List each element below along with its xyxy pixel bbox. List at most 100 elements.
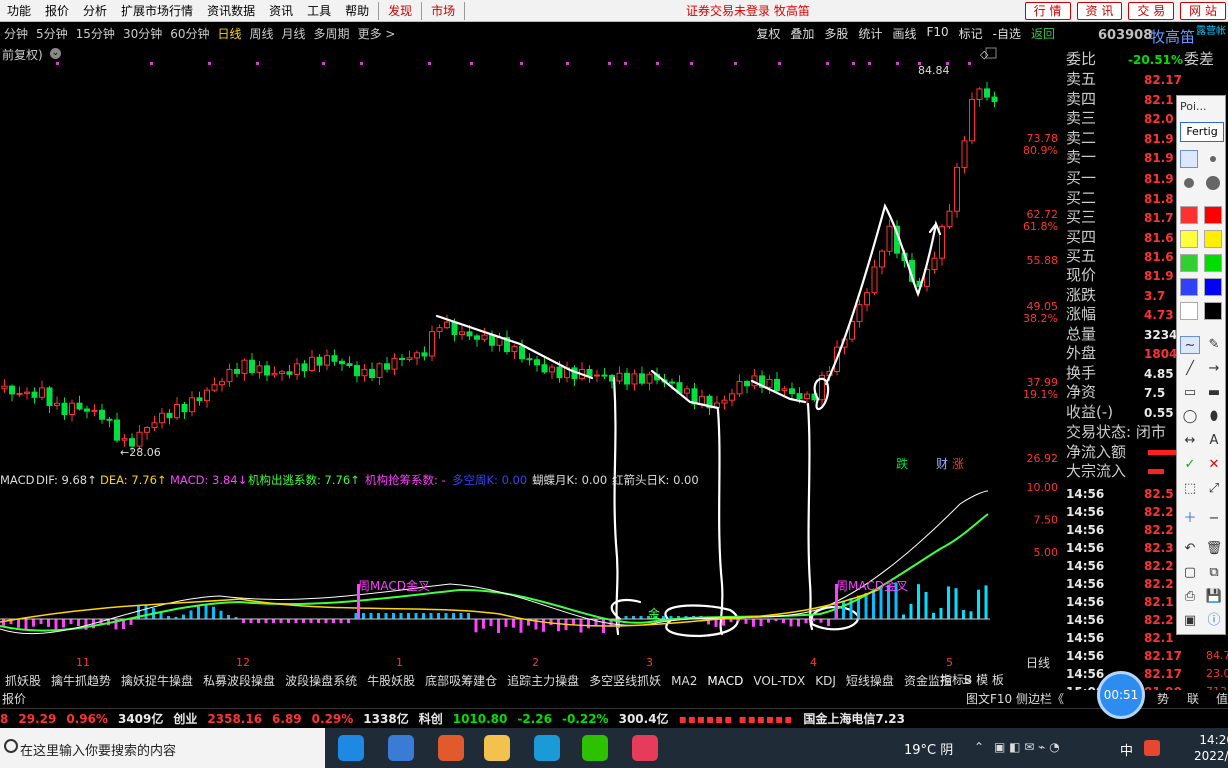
color-swatch-icon[interactable] xyxy=(1204,230,1222,248)
period-monthly[interactable]: 月线 xyxy=(278,25,310,42)
copy-icon[interactable]: ⧉ xyxy=(1204,564,1224,582)
period-60min[interactable]: 60分钟 xyxy=(166,25,213,42)
period-more[interactable]: 更多 > xyxy=(354,25,400,42)
ticker-news[interactable]: 国金上海电信7.23 xyxy=(803,710,905,727)
menu-tools[interactable]: 工具 xyxy=(300,0,338,22)
period-5min[interactable]: 5分钟 xyxy=(32,25,72,42)
toolbar-overlay[interactable]: 叠加 xyxy=(785,25,819,42)
info-icon[interactable]: ⓘ xyxy=(1204,612,1224,630)
tab-indicator[interactable]: 底部吸筹建仓 xyxy=(420,672,502,689)
f10-sidebar-toggle[interactable]: 图文F10 侧边栏《 xyxy=(966,690,1064,707)
toolbar-restore[interactable]: 复权 xyxy=(751,25,785,42)
ime-icon[interactable] xyxy=(1144,740,1160,756)
tray-icons[interactable]: ▣ ◧ ✉ ⌁ ◔ xyxy=(994,740,1060,754)
rectangle-tool-icon[interactable]: ▭ xyxy=(1180,384,1200,402)
screen-icon[interactable]: ▣ xyxy=(1180,612,1200,630)
color-swatch-icon[interactable] xyxy=(1180,302,1198,320)
menu-quote[interactable]: 报价 xyxy=(38,0,76,22)
delete-icon[interactable]: 🗑 xyxy=(1204,540,1224,558)
tab-vol[interactable]: VOL-TDX xyxy=(748,674,810,688)
menu-help[interactable]: 帮助 xyxy=(338,0,376,22)
toolbar-stats[interactable]: 统计 xyxy=(853,25,887,42)
color-swatch-icon[interactable] xyxy=(1204,206,1222,224)
template-button[interactable]: 模 板 xyxy=(976,673,1004,687)
menu-analysis[interactable]: 分析 xyxy=(76,0,114,22)
tab-indicator[interactable]: 多空竖线抓妖 xyxy=(584,672,666,689)
stock-app-icon[interactable] xyxy=(632,735,658,761)
tab-indicator[interactable]: 波段操盘系统 xyxy=(280,672,362,689)
indicator-b-button[interactable]: 指标B xyxy=(940,673,972,687)
tab-indicator[interactable]: 追踪主力操盘 xyxy=(502,672,584,689)
tab-indicator[interactable]: 短线操盘 xyxy=(841,672,899,689)
wechat-icon[interactable] xyxy=(582,735,608,761)
eraser-icon[interactable]: ✎ xyxy=(1204,336,1224,354)
tab-indicator[interactable]: 擒牛抓趋势 xyxy=(46,672,116,689)
tab-ma2[interactable]: MA2 xyxy=(666,674,702,688)
arrow-tool-icon[interactable]: → xyxy=(1204,360,1224,378)
app-icon[interactable] xyxy=(388,735,414,761)
nav-trade-button[interactable]: 交 易 xyxy=(1128,2,1175,20)
toolbar-multistock[interactable]: 多股 xyxy=(819,25,853,42)
pen-size-medium-icon[interactable] xyxy=(1204,150,1222,168)
confirm-icon[interactable]: ✓ xyxy=(1180,456,1200,474)
period-1min[interactable]: 分钟 xyxy=(0,25,32,42)
period-multi[interactable]: 多周期 xyxy=(310,25,354,42)
ellipse-tool-icon[interactable]: ◯ xyxy=(1180,408,1200,426)
period-15min[interactable]: 15分钟 xyxy=(72,25,119,42)
menu-market[interactable]: 市场 xyxy=(424,0,462,22)
side-tab[interactable]: 势 xyxy=(1157,690,1169,707)
minus-icon[interactable]: − xyxy=(1204,510,1224,528)
tab-indicator[interactable]: 抓妖股 xyxy=(0,672,46,689)
new-page-icon[interactable]: ▢ xyxy=(1180,564,1200,582)
browser-icon[interactable] xyxy=(338,735,364,761)
text-tool-icon[interactable]: A xyxy=(1204,432,1224,450)
cancel-icon[interactable]: ✕ xyxy=(1204,456,1224,474)
tab-kdj[interactable]: KDJ xyxy=(810,674,841,688)
nav-info-button[interactable]: 资 讯 xyxy=(1076,2,1123,20)
app-icon[interactable] xyxy=(534,735,560,761)
period-daily[interactable]: 日线 xyxy=(214,25,246,42)
pen-size-large-icon[interactable] xyxy=(1180,174,1198,192)
kline-chart[interactable]: 84.84←28.06跌财涨 73.7880.9%62.7261.8%55.88… xyxy=(0,44,1064,671)
taskbar-search[interactable]: 在这里输入你要搜索的内容 xyxy=(0,728,325,768)
toolbar-back[interactable]: 返回 xyxy=(1026,25,1060,42)
filled-ellipse-icon[interactable]: ⬮ xyxy=(1204,408,1224,426)
menu-function[interactable]: 功能 xyxy=(0,0,38,22)
freehand-pen-icon[interactable]: ∼ xyxy=(1180,336,1200,354)
add-icon[interactable]: ＋ xyxy=(1180,510,1200,528)
tab-macd[interactable]: MACD xyxy=(702,674,748,688)
toolbar-mark[interactable]: 标记 xyxy=(954,25,988,42)
period-30min[interactable]: 30分钟 xyxy=(119,25,166,42)
undo-icon[interactable]: ↶ xyxy=(1180,540,1200,558)
recording-timer[interactable]: 00:51 xyxy=(1097,671,1145,719)
side-tab[interactable]: 联 xyxy=(1187,690,1199,707)
palette-finish-button[interactable]: Fertig xyxy=(1180,122,1224,142)
pen-size-small-icon[interactable] xyxy=(1180,150,1198,168)
clock[interactable]: 14:20 2022/5/1 xyxy=(1194,732,1228,764)
resize-icon[interactable]: ⤢ xyxy=(1204,480,1224,498)
menu-info-data[interactable]: 资讯数据 xyxy=(200,0,262,22)
save-icon[interactable]: 💾 xyxy=(1204,588,1224,606)
ime-language[interactable]: 中 xyxy=(1120,740,1133,759)
tab-indicator[interactable]: 私募波段操盘 xyxy=(198,672,280,689)
color-swatch-icon[interactable] xyxy=(1180,278,1198,296)
color-swatch-icon[interactable] xyxy=(1204,254,1222,272)
app-icon[interactable] xyxy=(438,735,464,761)
nav-quote-button[interactable]: 行 情 xyxy=(1024,2,1071,20)
color-swatch-icon[interactable] xyxy=(1180,254,1198,272)
color-swatch-icon[interactable] xyxy=(1204,302,1222,320)
toolbar-draw[interactable]: 画线 xyxy=(887,25,921,42)
filled-rectangle-icon[interactable]: ▬ xyxy=(1204,384,1224,402)
color-swatch-icon[interactable] xyxy=(1204,278,1222,296)
line-tool-icon[interactable]: ╱ xyxy=(1180,360,1200,378)
toolbar-watchlist[interactable]: -自选 xyxy=(988,25,1026,42)
nav-website-button[interactable]: 网 站 xyxy=(1180,2,1226,20)
pen-size-xlarge-icon[interactable] xyxy=(1204,174,1222,192)
folder-icon[interactable] xyxy=(484,735,510,761)
menu-discover[interactable]: 发现 xyxy=(381,0,419,22)
weather[interactable]: 19°C 阴 xyxy=(904,739,953,758)
tab-indicator[interactable]: 擒妖捉牛操盘 xyxy=(116,672,198,689)
network-icon[interactable]: ⌃ xyxy=(974,740,984,754)
move-icon[interactable]: ↔ xyxy=(1180,432,1200,450)
print-icon[interactable]: ⎙ xyxy=(1180,588,1200,606)
